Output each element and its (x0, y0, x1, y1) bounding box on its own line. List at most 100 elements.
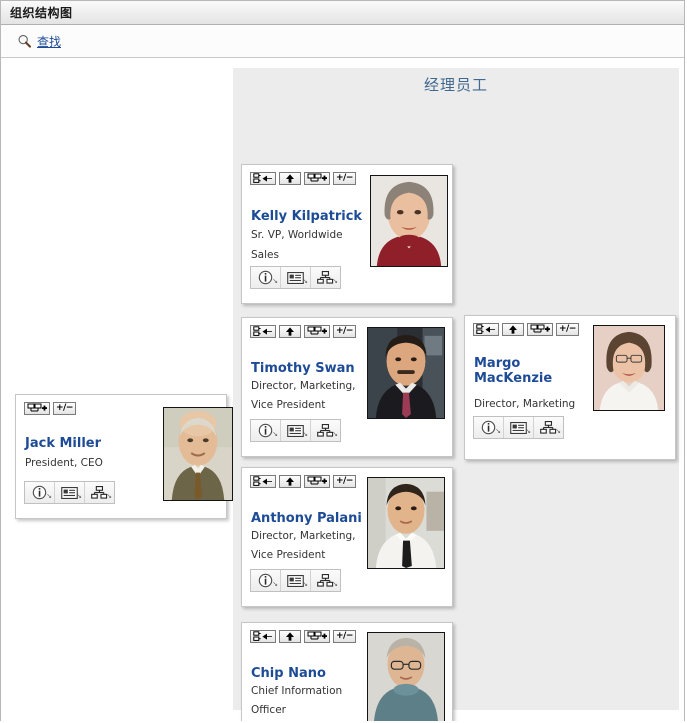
find-link-label: 查找 (37, 34, 62, 49)
person-photo (367, 632, 445, 721)
details-card-button[interactable]: ↘ (281, 570, 311, 591)
org-chart-canvas: 经理员工 +/− Jack Miller President, CEO ↘ ↘ … (1, 58, 684, 721)
info-button[interactable]: ↘ (251, 267, 281, 288)
org-node-card[interactable]: +/− Timothy Swan Director, Marketing, Vi… (241, 317, 453, 457)
find-link[interactable]: 查找 (17, 33, 61, 50)
org-node-card[interactable]: +/− Jack Miller President, CEO ↘ ↘ ↘ (15, 394, 233, 519)
person-title-line-2: Vice President (251, 399, 326, 411)
info-dropdown-caret[interactable]: ↘ (46, 493, 52, 500)
org-node-card[interactable]: +/− Margo MacKenzie Director, Marketing (464, 315, 676, 460)
org-chart-window: 组织结构图 查找 经理员工 +/− Jack Miller President,… (0, 0, 685, 721)
node-action-toolbar: ↘ ↘ ↘ (250, 266, 341, 289)
person-title-line-1: Sr. VP, Worldwide (251, 229, 343, 241)
chart-dropdown-caret[interactable]: ↘ (332, 431, 338, 438)
expand-collapse-button[interactable]: +/− (333, 475, 356, 488)
person-title-line-2: Vice President (251, 549, 326, 561)
move-up-button[interactable] (502, 323, 524, 336)
expand-collapse-button[interactable]: +/− (333, 325, 356, 338)
promote-node-button[interactable] (250, 475, 276, 488)
expand-collapse-label: +/− (56, 403, 73, 413)
node-action-toolbar: ↘ ↘ ↘ (473, 416, 564, 439)
node-toolbar: +/− (250, 172, 356, 185)
add-subordinate-button[interactable] (304, 325, 330, 338)
promote-node-button[interactable] (250, 325, 276, 338)
org-node-card[interactable]: +/− Chip Nano Chief Information Officer (241, 622, 453, 721)
details-card-button[interactable]: ↘ (504, 417, 534, 438)
promote-node-button[interactable] (250, 172, 276, 185)
org-chart-button[interactable]: ↘ (85, 482, 114, 503)
person-title-line-1: President, CEO (25, 457, 103, 469)
command-toolbar: 查找 (1, 25, 684, 58)
chart-dropdown-caret[interactable]: ↘ (106, 493, 112, 500)
org-chart-button[interactable]: ↘ (311, 570, 340, 591)
promote-node-button[interactable] (250, 630, 276, 643)
expand-collapse-button[interactable]: +/− (333, 172, 356, 185)
chart-dropdown-caret[interactable]: ↘ (332, 581, 338, 588)
expand-collapse-button[interactable]: +/− (333, 630, 356, 643)
details-dropdown-caret[interactable]: ↘ (302, 278, 308, 285)
details-card-button[interactable]: ↘ (281, 420, 311, 441)
info-button[interactable]: ↘ (474, 417, 504, 438)
org-chart-button[interactable]: ↘ (311, 267, 340, 288)
expand-collapse-button[interactable]: +/− (53, 402, 76, 415)
add-subordinate-button[interactable] (304, 172, 330, 185)
move-up-button[interactable] (279, 172, 301, 185)
info-dropdown-caret[interactable]: ↘ (272, 581, 278, 588)
chart-dropdown-caret[interactable]: ↘ (555, 428, 561, 435)
move-up-button[interactable] (279, 630, 301, 643)
details-card-button[interactable]: ↘ (281, 267, 311, 288)
person-photo (593, 325, 665, 411)
info-dropdown-caret[interactable]: ↘ (272, 431, 278, 438)
node-action-toolbar: ↘ ↘ ↘ (250, 419, 341, 442)
node-toolbar: +/− (24, 402, 76, 415)
add-subordinate-button[interactable] (527, 323, 553, 336)
person-name[interactable]: Kelly Kilpatrick (251, 209, 371, 224)
expand-collapse-label: +/− (336, 631, 353, 641)
org-node-card[interactable]: +/− Kelly Kilpatrick Sr. VP, Worldwide S… (241, 164, 453, 304)
info-button[interactable]: ↘ (251, 570, 281, 591)
details-dropdown-caret[interactable]: ↘ (76, 493, 82, 500)
person-title-line-2: Sales (251, 249, 279, 261)
details-dropdown-caret[interactable]: ↘ (302, 431, 308, 438)
person-photo (367, 477, 445, 569)
add-subordinate-button[interactable] (304, 475, 330, 488)
details-dropdown-caret[interactable]: ↘ (525, 428, 531, 435)
details-card-button[interactable]: ↘ (55, 482, 85, 503)
move-up-button[interactable] (279, 325, 301, 338)
org-node-card[interactable]: +/− Anthony Palani Director, Marketing, … (241, 467, 453, 607)
person-name[interactable]: Chip Nano (251, 666, 371, 681)
magnifier-icon (17, 34, 32, 49)
expand-collapse-button[interactable]: +/− (556, 323, 579, 336)
move-up-button[interactable] (279, 475, 301, 488)
person-name[interactable]: Timothy Swan (251, 361, 371, 376)
info-button[interactable]: ↘ (25, 482, 55, 503)
subordinates-group-heading: 经理员工 (423, 76, 488, 94)
person-name[interactable]: Margo MacKenzie (474, 356, 564, 386)
person-name[interactable]: Anthony Palani (251, 511, 371, 526)
node-action-toolbar: ↘ ↘ ↘ (250, 569, 341, 592)
add-subordinate-button[interactable] (304, 630, 330, 643)
org-chart-button[interactable]: ↘ (534, 417, 563, 438)
person-title-line-1: Director, Marketing, (251, 530, 356, 542)
person-title-line-1: Chief Information (251, 685, 343, 697)
org-chart-button[interactable]: ↘ (311, 420, 340, 441)
promote-node-button[interactable] (473, 323, 499, 336)
expand-collapse-label: +/− (336, 326, 353, 336)
info-dropdown-caret[interactable]: ↘ (495, 428, 501, 435)
details-dropdown-caret[interactable]: ↘ (302, 581, 308, 588)
node-toolbar: +/− (473, 323, 579, 336)
person-title-line-1: Director, Marketing, (251, 380, 356, 392)
chart-dropdown-caret[interactable]: ↘ (332, 278, 338, 285)
person-photo (163, 407, 233, 501)
person-photo (370, 175, 448, 267)
node-toolbar: +/− (250, 630, 356, 643)
node-action-toolbar: ↘ ↘ ↘ (24, 481, 115, 504)
expand-collapse-label: +/− (336, 173, 353, 183)
window-title-bar: 组织结构图 (1, 1, 684, 25)
add-subordinate-button[interactable] (24, 402, 50, 415)
page-title: 组织结构图 (10, 6, 73, 20)
person-name[interactable]: Jack Miller (25, 436, 145, 451)
info-dropdown-caret[interactable]: ↘ (272, 278, 278, 285)
person-title-line-1: Director, Marketing (474, 398, 576, 410)
info-button[interactable]: ↘ (251, 420, 281, 441)
